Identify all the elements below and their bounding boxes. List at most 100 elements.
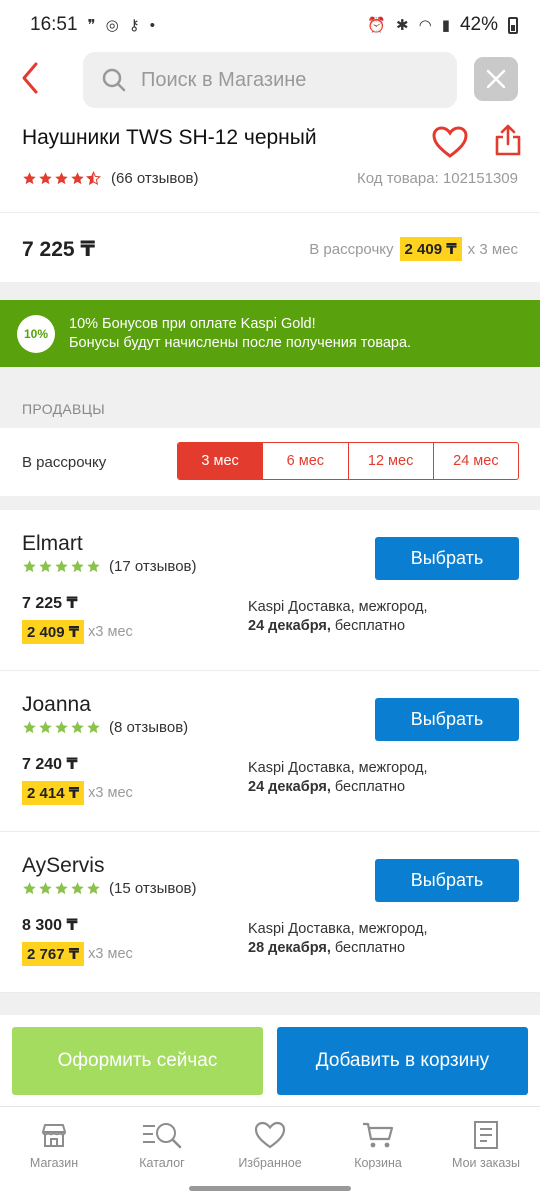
nav-store[interactable]: Магазин (0, 1108, 108, 1178)
delivery-cost: бесплатно (334, 618, 406, 634)
star-icon (23, 882, 36, 895)
product-title: Наушники TWS SH-12 черный (22, 126, 317, 149)
delivery-method: Kaspi Доставка, межгород, (248, 760, 428, 776)
wifi-icon: ◠ (418, 17, 432, 34)
tab-24-months[interactable]: 24 мес (434, 443, 518, 479)
battery-icon (508, 16, 518, 34)
seller-name[interactable]: AyServis (22, 854, 104, 878)
quote-notification-icon: ❞ (87, 17, 96, 34)
heart-icon (254, 1121, 286, 1149)
bluetooth-icon: ✱ (396, 17, 409, 34)
delivery-date: 28 декабря, (248, 940, 331, 956)
select-seller-button[interactable]: Выбрать (375, 859, 519, 902)
seller-delivery: Kaspi Доставка, межгород, 24 декабря, бе… (248, 598, 428, 636)
section-gap (0, 367, 540, 428)
back-button[interactable] (14, 58, 50, 98)
tab-12-months[interactable]: 12 мес (349, 443, 434, 479)
tab-6-months[interactable]: 6 мес (263, 443, 349, 479)
rating-stars (22, 559, 101, 574)
close-icon (486, 69, 506, 89)
rating-stars (22, 720, 101, 735)
installment-terms-row: В рассрочку 3 мес 6 мес 12 мес 24 мес (0, 428, 540, 496)
buy-now-button[interactable]: Оформить сейчас (12, 1027, 263, 1095)
seller-term: x3 мес (88, 946, 133, 962)
nav-label: Избранное (238, 1156, 302, 1170)
star-icon (71, 882, 84, 895)
nav-label: Мои заказы (452, 1156, 520, 1170)
seller-reviews[interactable]: (8 отзывов) (109, 719, 188, 736)
seller-reviews[interactable]: (17 отзывов) (109, 558, 197, 575)
nav-orders[interactable]: Мои заказы (432, 1108, 540, 1178)
reviews-count[interactable]: (66 отзывов) (111, 170, 199, 187)
section-gap (0, 496, 540, 510)
nav-label: Каталог (139, 1156, 185, 1170)
product-rating-row: (66 отзывов) Код товара: 102151309 (22, 170, 518, 187)
star-icon (23, 560, 36, 573)
half-star-icon (86, 171, 101, 186)
star-icon (39, 560, 52, 573)
bonus-badge: 10% (17, 314, 55, 353)
seller-rating: (8 отзывов) (22, 719, 188, 736)
seller-term: x3 мес (88, 624, 133, 640)
seller-monthly: 2 414 ₸ (22, 781, 85, 805)
bonus-banner[interactable]: 10% 10% Бонусов при оплате Kaspi Gold! Б… (0, 300, 540, 367)
seller-name[interactable]: Joanna (22, 693, 91, 717)
term-tabs: 3 мес 6 мес 12 мес 24 мес (177, 442, 519, 480)
share-icon (495, 124, 521, 156)
rating-stars (22, 171, 101, 186)
installment-term: x 3 мес (467, 240, 518, 258)
heart-icon (432, 126, 468, 158)
star-icon (71, 721, 84, 734)
star-icon (87, 882, 100, 895)
seller-installment: 2 414 ₸ x3 мес (22, 781, 133, 805)
star-icon (55, 172, 68, 185)
nav-favorites[interactable]: Избранное (216, 1108, 324, 1178)
search-placeholder: Поиск в Магазине (141, 68, 307, 91)
star-icon (39, 172, 52, 185)
home-indicator[interactable] (189, 1186, 351, 1191)
bonus-line-1: 10% Бонусов при оплате Kaspi Gold! (69, 315, 316, 332)
battery-percent: 42% (459, 14, 498, 35)
seller-reviews[interactable]: (15 отзывов) (109, 880, 197, 897)
instagram-icon: ◎ (105, 17, 119, 34)
select-seller-button[interactable]: Выбрать (375, 698, 519, 741)
star-icon (71, 172, 84, 185)
seller-name[interactable]: Elmart (22, 532, 83, 556)
star-icon (55, 882, 68, 895)
star-icon (87, 560, 100, 573)
delivery-method: Kaspi Доставка, межгород, (248, 599, 428, 615)
delivery-date: 24 декабря, (248, 618, 331, 634)
star-icon (39, 882, 52, 895)
installment-label: В рассрочку (309, 240, 394, 258)
seller-card: Elmart (17 отзывов) 7 225 ₸ 2 409 ₸ x3 м… (0, 510, 540, 671)
terms-label: В рассрочку (22, 454, 107, 471)
bottom-nav: Магазин Каталог Избранное Корзина Мои за… (0, 1108, 540, 1178)
share-button[interactable] (494, 123, 522, 162)
seller-card: Joanna (8 отзывов) 7 240 ₸ 2 414 ₸ x3 ме… (0, 671, 540, 832)
catalog-icon (143, 1123, 182, 1149)
bottom-actions: Оформить сейчас Добавить в корзину (0, 1015, 540, 1107)
nav-cart[interactable]: Корзина (324, 1108, 432, 1178)
orders-icon (474, 1121, 498, 1149)
star-icon (23, 172, 36, 185)
delivery-method: Kaspi Доставка, межгород, (248, 921, 428, 937)
dot-icon: • (149, 16, 155, 34)
seller-monthly: 2 409 ₸ (22, 620, 85, 644)
favorite-button[interactable] (431, 125, 469, 164)
seller-delivery: Kaspi Доставка, межгород, 24 декабря, бе… (248, 759, 428, 797)
section-gap (0, 282, 540, 300)
search-input[interactable]: Поиск в Магазине (83, 52, 457, 108)
star-icon (23, 721, 36, 734)
seller-price: 8 300 ₸ (22, 917, 78, 934)
add-to-cart-button[interactable]: Добавить в корзину (277, 1027, 528, 1095)
star-icon (55, 560, 68, 573)
clear-search-button[interactable] (474, 57, 518, 101)
select-seller-button[interactable]: Выбрать (375, 537, 519, 580)
rating-stars (22, 881, 101, 896)
nav-catalog[interactable]: Каталог (108, 1108, 216, 1178)
signal-icon: ▮ (441, 17, 450, 34)
tab-3-months[interactable]: 3 мес (178, 443, 264, 479)
delivery-cost: бесплатно (334, 940, 406, 956)
installment-amount: 2 409 ₸ (399, 237, 462, 261)
seller-installment: 2 409 ₸ x3 мес (22, 620, 133, 644)
